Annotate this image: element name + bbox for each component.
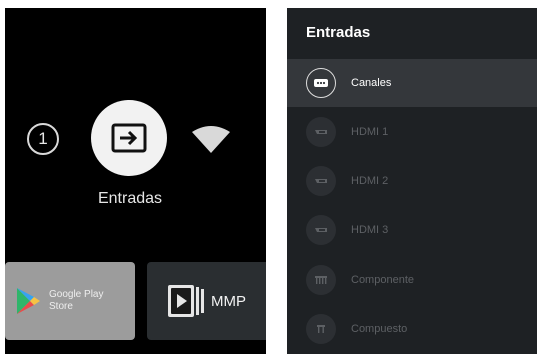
panel-title: Entradas — [306, 24, 371, 41]
composite-icon — [306, 314, 336, 344]
inputs-panel: Entradas Canales HDMI 1 HDMI 2 HDMI 3 Co… — [287, 8, 537, 354]
input-item-label: Canales — [351, 77, 392, 89]
input-item-label: Compuesto — [351, 323, 408, 335]
input-item-hdmi-2[interactable]: HDMI 2 — [287, 157, 537, 205]
notification-count: 1 — [38, 129, 48, 148]
input-source-icon — [111, 123, 147, 153]
hdmi-icon — [306, 215, 336, 245]
input-item-canales[interactable]: Canales — [287, 59, 537, 107]
inputs-button[interactable] — [91, 100, 167, 176]
google-play-icon — [17, 288, 40, 314]
component-icon — [306, 265, 336, 295]
input-item-compuesto[interactable]: Compuesto — [287, 305, 537, 353]
inputs-label: Entradas — [97, 190, 163, 207]
tv-channels-icon — [306, 68, 336, 98]
mmp-label: MMP — [211, 292, 246, 310]
input-item-componente[interactable]: Componente — [287, 256, 537, 304]
input-item-hdmi-1[interactable]: HDMI 1 — [287, 108, 537, 156]
wifi-icon[interactable] — [191, 124, 231, 154]
input-item-label: Componente — [351, 274, 414, 286]
input-item-label: HDMI 1 — [351, 126, 389, 138]
hdmi-icon — [306, 166, 336, 196]
google-play-store-app[interactable]: Google Play Store — [5, 262, 135, 340]
notification-badge[interactable]: 1 — [27, 123, 59, 155]
input-item-label: HDMI 3 — [351, 224, 389, 236]
home-screen: 1 Entradas Google Play Store MMP — [5, 8, 266, 354]
hdmi-icon — [306, 117, 336, 147]
google-play-label: Google Play Store — [49, 289, 104, 312]
mmp-app[interactable]: MMP — [147, 262, 266, 340]
input-item-hdmi-3[interactable]: HDMI 3 — [287, 206, 537, 254]
input-item-label: HDMI 2 — [351, 175, 389, 187]
media-player-icon — [168, 285, 204, 317]
